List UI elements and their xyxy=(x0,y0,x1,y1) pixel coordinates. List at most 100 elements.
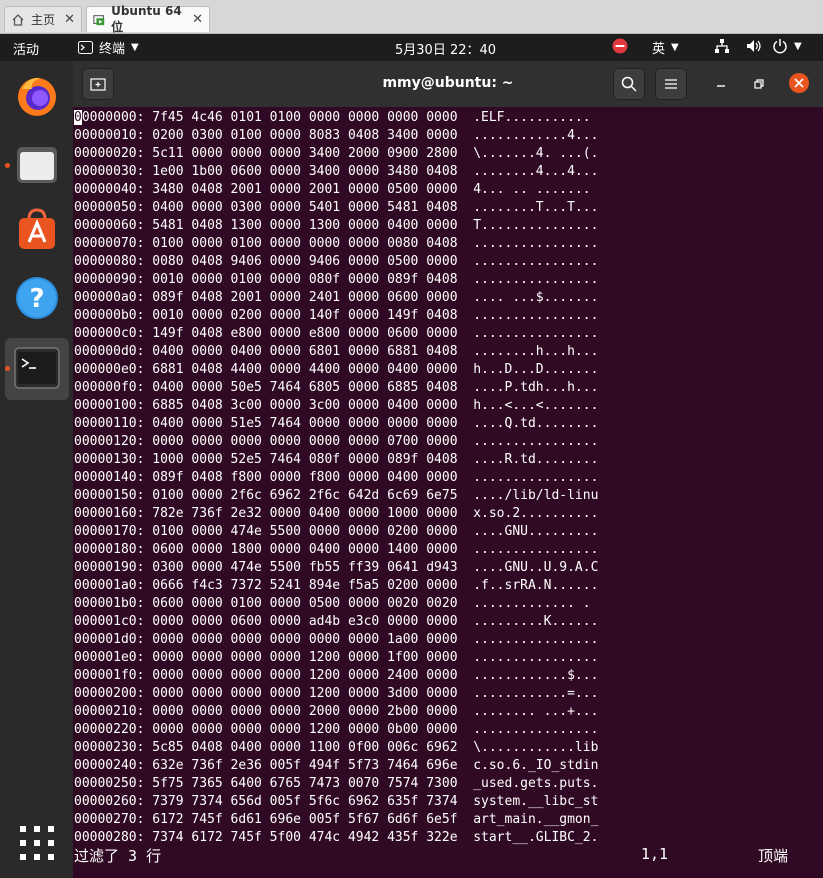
input-method-menu[interactable]: 英 ▼ xyxy=(652,38,679,57)
hexdump-ascii: ....P.tdh...h... xyxy=(473,380,599,395)
hexdump-address: 00000080: xyxy=(74,254,145,269)
activities-button[interactable]: 活动 xyxy=(13,39,39,58)
hexdump-bytes: 5481 0408 1300 0000 1300 0000 0400 0000 xyxy=(144,218,474,233)
dock-firefox[interactable] xyxy=(14,73,60,119)
dock-terminal[interactable] xyxy=(14,345,60,391)
menu-button[interactable] xyxy=(655,68,687,100)
hexdump-ascii: ........4...4... xyxy=(473,164,599,179)
hexdump-ascii: .........K...... xyxy=(473,614,599,629)
hexdump-bytes: 0400 0000 51e5 7464 0000 0000 0000 0000 xyxy=(144,416,474,431)
hexdump-line: 00000050: 0400 0000 0300 0000 5401 0000 … xyxy=(74,199,598,217)
vm-tab-home-label: 主页 xyxy=(31,13,56,27)
app-menu-label: 终端 xyxy=(99,42,126,57)
clock[interactable]: 5月30日 22：40 xyxy=(395,39,496,58)
hexdump-line: 00000120: 0000 0000 0000 0000 0000 0000 … xyxy=(74,433,598,451)
hexdump-ascii: ....R.td........ xyxy=(473,452,599,467)
vm-tab-home[interactable]: 主页 ✕ xyxy=(4,6,82,32)
hexdump-ascii: ................ xyxy=(473,236,599,251)
hexdump-ascii: ................ xyxy=(473,254,599,269)
hexdump-bytes: 0010 0000 0200 0000 140f 0000 149f 0408 xyxy=(144,308,474,323)
hexdump-bytes: 782e 736f 2e32 0000 0400 0000 1000 0000 xyxy=(144,506,474,521)
hexdump-line: 00000260: 7379 7374 656d 005f 5f6c 6962 … xyxy=(74,793,598,811)
close-icon[interactable]: ✕ xyxy=(64,12,75,27)
app-menu[interactable]: 终端 ▼ xyxy=(78,38,139,57)
text-cursor: 0 xyxy=(74,110,82,125)
hexdump-line: 00000170: 0100 0000 474e 5500 0000 0000 … xyxy=(74,523,598,541)
hexdump-line: 00000040: 3480 0408 2001 0000 2001 0000 … xyxy=(74,181,591,199)
hexdump-line: 00000270: 6172 745f 6d61 696e 005f 5f67 … xyxy=(74,811,598,829)
terminal-header-bar: mmy@ubuntu: ~ xyxy=(73,61,823,107)
hexdump-bytes: 632e 736f 2e36 005f 494f 5f73 7464 696e xyxy=(144,758,474,773)
hexdump-address: 00000100: xyxy=(74,398,145,413)
power-menu[interactable]: ▼ xyxy=(772,38,802,54)
dock: ? xyxy=(0,61,74,878)
hexdump-ascii: ....GNU......... xyxy=(473,524,599,539)
hexdump-ascii: ............. . xyxy=(473,596,591,611)
hexdump-address: 00000110: xyxy=(74,416,145,431)
dock-software[interactable] xyxy=(14,206,60,252)
close-icon[interactable]: ✕ xyxy=(192,12,203,27)
hexdump-bytes: 0000 0000 0600 0000 ad4b e3c0 0000 0000 xyxy=(144,614,474,629)
hexdump-ascii: ................ xyxy=(473,470,599,485)
hexdump-line: 00000090: 0010 0000 0100 0000 080f 0000 … xyxy=(74,271,598,289)
minimize-button[interactable] xyxy=(711,74,731,98)
hexdump-address: 00000000: xyxy=(74,110,144,125)
hexdump-address: 00000280: xyxy=(74,830,145,845)
running-indicator xyxy=(5,366,10,371)
hexdump-address: 00000180: xyxy=(74,542,145,557)
maximize-button[interactable] xyxy=(749,74,769,98)
hexdump-address: 00000220: xyxy=(74,722,145,737)
app-grid-icon xyxy=(20,826,54,860)
close-button[interactable] xyxy=(789,73,809,93)
network-icon[interactable] xyxy=(714,38,730,58)
show-applications-button[interactable] xyxy=(20,826,54,864)
hexdump-bytes: 089f 0408 f800 0000 f800 0000 0400 0000 xyxy=(144,470,474,485)
input-method-label: 英 xyxy=(652,42,666,57)
search-button[interactable] xyxy=(613,68,645,100)
hexdump-line: 000001d0: 0000 0000 0000 0000 0000 0000 … xyxy=(74,631,598,649)
vm-tab-bar: 主页 ✕ Ubuntu 64 位 ✕ xyxy=(0,0,823,34)
hexdump-ascii: ....Q.td........ xyxy=(473,416,599,431)
hexdump-line: 00000180: 0600 0000 1800 0000 0400 0000 … xyxy=(74,541,598,559)
vm-tab-ubuntu[interactable]: Ubuntu 64 位 ✕ xyxy=(86,4,210,34)
hexdump-line: 00000230: 5c85 0408 0400 0000 1100 0f00 … xyxy=(74,739,598,757)
hexdump-bytes: 0000 0000 0000 0000 0000 0000 1a00 0000 xyxy=(144,632,474,647)
close-icon xyxy=(794,78,804,88)
hexdump-bytes: 089f 0408 2001 0000 2401 0000 0600 0000 xyxy=(144,290,474,305)
hexdump-line: 000001e0: 0000 0000 0000 0000 1200 0000 … xyxy=(74,649,598,667)
hexdump-bytes: 0100 0000 474e 5500 0000 0000 0200 0000 xyxy=(144,524,474,539)
hexdump-address: 00000260: xyxy=(74,794,145,809)
hexdump-line: 00000010: 0200 0300 0100 0000 8083 0408 … xyxy=(74,127,598,145)
hexdump-ascii: ..../lib/ld-linu xyxy=(473,488,599,503)
terminal-small-icon xyxy=(78,41,93,54)
hexdump-ascii: ................ xyxy=(473,272,599,287)
hexdump-bytes: 0200 0300 0100 0000 8083 0408 3400 0000 xyxy=(144,128,474,143)
hexdump-bytes: 5f75 7365 6400 6765 7473 0070 7574 7300 xyxy=(144,776,474,791)
hexdump-bytes: 0010 0000 0100 0000 080f 0000 089f 0408 xyxy=(144,272,474,287)
hexdump-ascii: ................ xyxy=(473,542,599,557)
hexdump-address: 00000120: xyxy=(74,434,145,449)
hexdump-line: 00000160: 782e 736f 2e32 0000 0400 0000 … xyxy=(74,505,598,523)
volume-icon[interactable] xyxy=(746,38,762,58)
hexdump-ascii: ............4... xyxy=(473,128,599,143)
restore-icon xyxy=(754,79,764,89)
hexdump-address: 00000210: xyxy=(74,704,145,719)
terminal-view[interactable]: 过滤了 3 行 1,1 顶端 00000000: 7f45 4c46 0101 … xyxy=(73,107,823,878)
hexdump-line: 00000140: 089f 0408 f800 0000 f800 0000 … xyxy=(74,469,598,487)
stop-icon[interactable] xyxy=(612,38,628,58)
hexdump-ascii: .... ...$....... xyxy=(473,290,599,305)
dock-help[interactable]: ? xyxy=(14,275,60,321)
hexdump-ascii: start__.GLIBC_2. xyxy=(473,830,599,845)
hexdump-address: 000001d0: xyxy=(74,632,145,647)
hexdump-address: 00000070: xyxy=(74,236,145,251)
hexdump-address: 00000270: xyxy=(74,812,145,827)
hexdump-ascii: ................ xyxy=(473,722,599,737)
hexdump-ascii: ................ xyxy=(473,650,599,665)
hexdump-address: 000000e0: xyxy=(74,362,145,377)
hexdump-bytes: 0000 0000 0000 0000 2000 0000 2b00 0000 xyxy=(144,704,474,719)
hexdump-ascii: T............... xyxy=(473,218,599,233)
dock-files[interactable] xyxy=(14,142,60,188)
hamburger-icon xyxy=(665,79,677,89)
hexdump-line: 00000130: 1000 0000 52e5 7464 080f 0000 … xyxy=(74,451,598,469)
hexdump-address: 00000240: xyxy=(74,758,145,773)
